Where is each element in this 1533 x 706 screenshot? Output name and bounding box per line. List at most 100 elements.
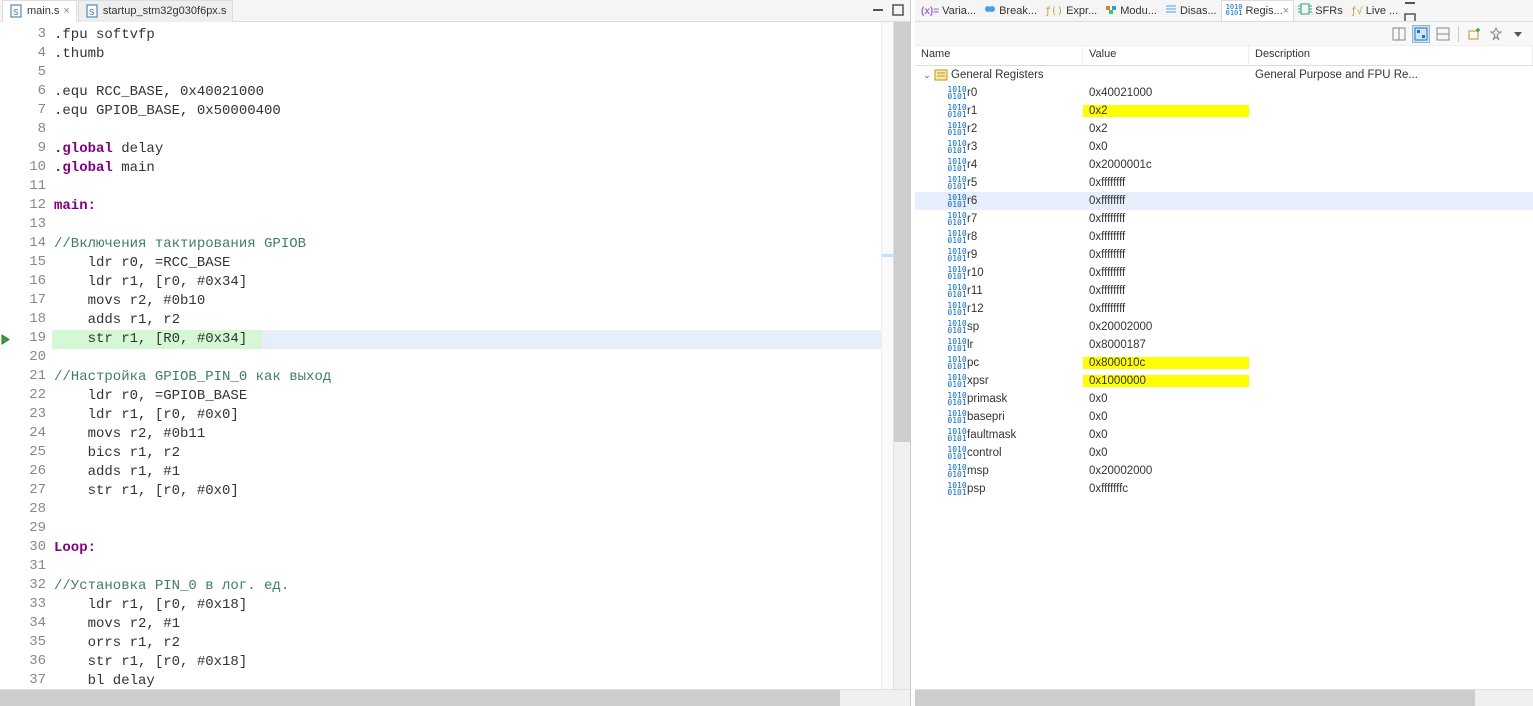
inspector-tab[interactable]: ƒ()Expr... [1041, 0, 1101, 22]
register-value[interactable]: 0xffffffff [1083, 267, 1249, 279]
table-header[interactable]: Name Value Description [915, 46, 1533, 66]
code-line[interactable]: str r1, [r0, #0x0] [52, 482, 881, 501]
register-value[interactable]: 0xffffffff [1083, 195, 1249, 207]
code-line[interactable]: ldr r1, [r0, #0x34] [52, 273, 881, 292]
code-line[interactable]: bics r1, r2 [52, 444, 881, 463]
code-editor[interactable]: 3456789101112131415161718192021222324252… [0, 22, 910, 689]
code-line[interactable]: //Включения тактирования GPIOB [52, 235, 881, 254]
code-line[interactable]: .global delay [52, 140, 881, 159]
code-line[interactable]: Loop: [52, 539, 881, 558]
register-row[interactable]: 10100101r60xffffffff [915, 192, 1533, 210]
column-header-name[interactable]: Name [915, 46, 1083, 65]
code-line[interactable]: adds r1, r2 [52, 311, 881, 330]
minimize-icon[interactable] [870, 2, 886, 18]
register-row[interactable]: 10100101r120xffffffff [915, 300, 1533, 318]
code-line[interactable] [52, 216, 881, 235]
register-value[interactable]: 0x2 [1083, 105, 1249, 117]
register-value[interactable]: 0x0 [1083, 141, 1249, 153]
vertical-scrollbar[interactable] [893, 22, 910, 689]
code-line[interactable]: ldr r0, =GPIOB_BASE [52, 387, 881, 406]
pin-icon[interactable] [1487, 25, 1505, 43]
code-line[interactable]: str r1, [R0, #0x34] [52, 330, 881, 349]
horizontal-scrollbar[interactable] [0, 689, 910, 706]
layout-vertical-icon[interactable] [1390, 25, 1408, 43]
code-line[interactable]: main: [52, 197, 881, 216]
code-content[interactable]: .fpu softvfp.thumb.equ RCC_BASE, 0x40021… [52, 22, 881, 689]
column-header-value[interactable]: Value [1083, 46, 1249, 65]
register-row[interactable]: 10100101xpsr0x1000000 [915, 372, 1533, 390]
code-line[interactable]: .fpu softvfp [52, 26, 881, 45]
column-header-description[interactable]: Description [1249, 46, 1533, 65]
register-value[interactable]: 0x0 [1083, 429, 1249, 441]
inspector-tab[interactable]: 10100101Regis... × [1221, 0, 1295, 22]
register-value[interactable]: 0xfffffffc [1083, 483, 1249, 495]
register-value[interactable]: 0x20002000 [1083, 321, 1249, 333]
register-value[interactable]: 0xffffffff [1083, 285, 1249, 297]
code-line[interactable]: .equ RCC_BASE, 0x40021000 [52, 83, 881, 102]
register-group-row[interactable]: ⌄ General Registers General Purpose and … [915, 66, 1533, 84]
register-value[interactable]: 0x800010c [1083, 357, 1249, 369]
editor-tab[interactable]: Sstartup_stm32g030f6px.s [78, 0, 234, 22]
code-line[interactable] [52, 501, 881, 520]
register-row[interactable]: 10100101r40x2000001c [915, 156, 1533, 174]
register-value[interactable]: 0x40021000 [1083, 87, 1249, 99]
inspector-tab[interactable]: ƒ√Live ... [1347, 0, 1402, 22]
inspector-tab[interactable]: SFRs [1294, 0, 1347, 22]
register-row[interactable]: 10100101r20x2 [915, 120, 1533, 138]
register-row[interactable]: 10100101faultmask0x0 [915, 426, 1533, 444]
close-icon[interactable]: × [1283, 5, 1289, 17]
code-line[interactable]: str r1, [r0, #0x18] [52, 653, 881, 672]
code-line[interactable]: orrs r1, r2 [52, 634, 881, 653]
register-value[interactable]: 0xffffffff [1083, 303, 1249, 315]
minimize-icon[interactable] [1402, 0, 1418, 11]
inspector-tab[interactable]: Break... [980, 0, 1041, 22]
register-row[interactable]: 10100101r100xffffffff [915, 264, 1533, 282]
code-line[interactable] [52, 121, 881, 140]
register-row[interactable]: 10100101primask0x0 [915, 390, 1533, 408]
code-line[interactable]: ldr r0, =RCC_BASE [52, 254, 881, 273]
register-row[interactable]: 10100101psp0xfffffffc [915, 480, 1533, 498]
register-row[interactable]: 10100101pc0x800010c [915, 354, 1533, 372]
code-line[interactable] [52, 558, 881, 577]
code-line[interactable]: .global main [52, 159, 881, 178]
register-value[interactable]: 0x0 [1083, 393, 1249, 405]
layout-horizontal-icon[interactable] [1434, 25, 1452, 43]
register-row[interactable]: 10100101sp0x20002000 [915, 318, 1533, 336]
inspector-tab[interactable]: Disas... [1161, 0, 1221, 22]
register-value[interactable]: 0x2000001c [1083, 159, 1249, 171]
view-menu-icon[interactable] [1509, 25, 1527, 43]
maximize-icon[interactable] [890, 2, 906, 18]
register-row[interactable]: 10100101r00x40021000 [915, 84, 1533, 102]
register-value[interactable]: 0x2 [1083, 123, 1249, 135]
register-row[interactable]: 10100101r70xffffffff [915, 210, 1533, 228]
register-row[interactable]: 10100101r80xffffffff [915, 228, 1533, 246]
code-line[interactable] [52, 64, 881, 83]
code-line[interactable]: adds r1, #1 [52, 463, 881, 482]
code-line[interactable] [52, 349, 881, 368]
register-value[interactable]: 0xffffffff [1083, 249, 1249, 261]
chevron-down-icon[interactable]: ⌄ [921, 70, 933, 81]
register-value[interactable]: 0x0 [1083, 447, 1249, 459]
code-line[interactable]: bl delay [52, 672, 881, 689]
inspector-tab[interactable]: Modu... [1101, 0, 1161, 22]
register-row[interactable]: 10100101r90xffffffff [915, 246, 1533, 264]
code-line[interactable]: movs r2, #1 [52, 615, 881, 634]
code-line[interactable]: //Настройка GPIOB_PIN_0 как выход [52, 368, 881, 387]
editor-tab[interactable]: Smain.s× [2, 0, 77, 22]
register-row[interactable]: 10100101r10x2 [915, 102, 1533, 120]
register-value[interactable]: 0xffffffff [1083, 231, 1249, 243]
register-row[interactable]: 10100101r30x0 [915, 138, 1533, 156]
register-value[interactable]: 0xffffffff [1083, 177, 1249, 189]
maximize-icon[interactable] [1402, 11, 1418, 23]
register-row[interactable]: 10100101msp0x20002000 [915, 462, 1533, 480]
code-line[interactable]: movs r2, #0b10 [52, 292, 881, 311]
code-line[interactable] [52, 520, 881, 539]
code-line[interactable] [52, 178, 881, 197]
register-value[interactable]: 0x1000000 [1083, 375, 1249, 387]
register-row[interactable]: 10100101basepri0x0 [915, 408, 1533, 426]
register-value[interactable]: 0x8000187 [1083, 339, 1249, 351]
code-line[interactable]: .equ GPIOB_BASE, 0x50000400 [52, 102, 881, 121]
code-line[interactable]: //Установка PIN_0 в лог. ед. [52, 577, 881, 596]
inspector-tab[interactable]: (x)=Varia... [917, 0, 980, 22]
new-register-group-icon[interactable] [1465, 25, 1483, 43]
